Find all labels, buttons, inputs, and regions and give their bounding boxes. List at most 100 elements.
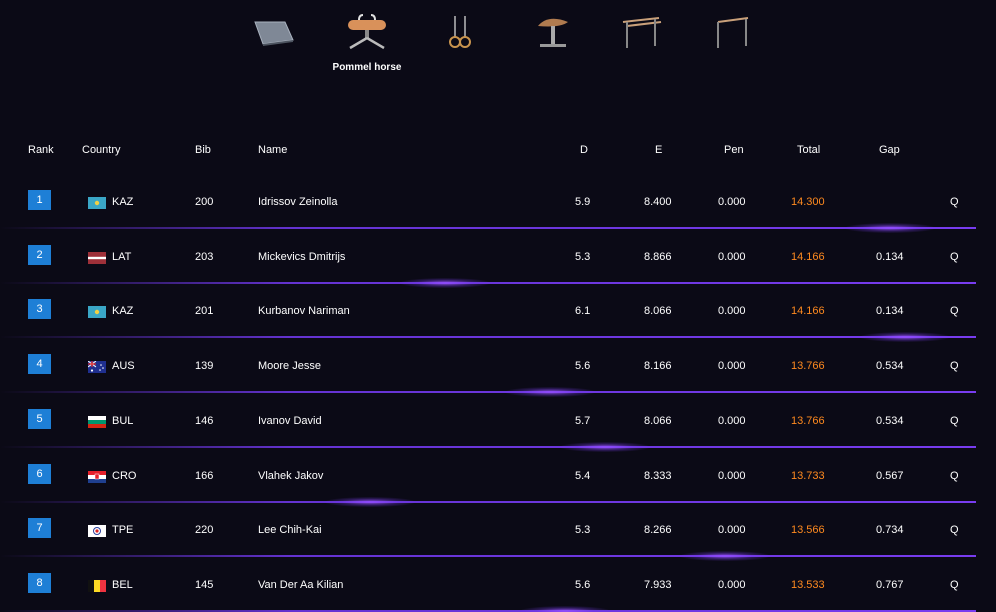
qualified-mark: Q [950, 196, 959, 208]
bib: 203 [195, 251, 214, 263]
table-header: Rank Country Bib Name D E Pen Total Gap [0, 144, 996, 160]
e-score: 8.066 [644, 305, 672, 317]
country-code: KAZ [112, 305, 134, 317]
d-score: 5.3 [575, 251, 591, 263]
qualified-mark: Q [950, 305, 959, 317]
total-score: 13.733 [791, 470, 825, 482]
flag-lat-icon [88, 252, 106, 264]
table-row[interactable]: 7 TPE 220 Lee Chih-Kai 5.3 8.266 0.000 1… [0, 509, 996, 563]
country-code: KAZ [112, 196, 134, 208]
rank-badge: 6 [28, 464, 51, 484]
athlete-name: Moore Jesse [258, 360, 321, 372]
penalty: 0.000 [718, 415, 746, 427]
athlete-name: Vlahek Jakov [258, 470, 324, 482]
rank-badge: 5 [28, 409, 51, 429]
gap: 0.134 [876, 305, 904, 317]
flag-kaz-icon [88, 197, 106, 209]
gap: 0.767 [876, 579, 904, 591]
pommel-horse-icon [348, 14, 386, 50]
row-divider-glow [560, 442, 650, 452]
apparatus-label: Pommel horse [332, 62, 402, 73]
athlete-name: Kurbanov Nariman [258, 305, 350, 317]
d-score: 5.6 [575, 360, 591, 372]
total-score: 13.766 [791, 360, 825, 372]
rank-badge: 7 [28, 518, 51, 538]
flag-cro-icon [88, 471, 106, 483]
country-code: BUL [112, 415, 134, 427]
rings-icon [449, 16, 471, 48]
penalty: 0.000 [718, 360, 746, 372]
header-total: Total [797, 144, 821, 156]
gap: 0.534 [876, 360, 904, 372]
header-bib: Bib [195, 144, 211, 156]
header-gap: Gap [879, 144, 900, 156]
apparatus-rings[interactable] [425, 12, 495, 74]
qualified-mark: Q [950, 251, 959, 263]
total-score: 13.766 [791, 415, 825, 427]
athlete-name: Lee Chih-Kai [258, 524, 322, 536]
table-row[interactable]: 6 CRO 166 Vlahek Jakov 5.4 8.333 0.000 1… [0, 455, 996, 509]
flag-kaz-icon [88, 306, 106, 318]
row-divider-glow [325, 497, 415, 507]
row-divider-glow [860, 332, 950, 342]
parallel-bars-icon [622, 17, 662, 48]
vault-icon [538, 18, 568, 47]
row-divider-glow [505, 387, 595, 397]
bib: 200 [195, 196, 214, 208]
apparatus-high-bar[interactable] [698, 12, 768, 74]
row-divider [0, 227, 976, 229]
row-divider [0, 446, 976, 448]
floor-icon [254, 21, 294, 46]
penalty: 0.000 [718, 579, 746, 591]
apparatus-pommel-horse[interactable]: Pommel horse [332, 12, 402, 74]
gap: 0.734 [876, 524, 904, 536]
country-code: AUS [112, 360, 135, 372]
row-divider [0, 336, 976, 338]
total-score: 14.166 [791, 251, 825, 263]
e-score: 8.333 [644, 470, 672, 482]
penalty: 0.000 [718, 524, 746, 536]
row-divider [0, 501, 976, 503]
high-bar-icon [717, 17, 749, 48]
table-row[interactable]: 8 BEL 145 Van Der Aa Kilian 5.6 7.933 0.… [0, 564, 996, 612]
header-rank: Rank [28, 144, 54, 156]
apparatus-bar: Pommel horse [0, 0, 996, 90]
penalty: 0.000 [718, 305, 746, 317]
apparatus-vault[interactable] [518, 12, 588, 74]
table-row[interactable]: 4 AUS 139 Moore Jesse 5.6 8.166 0.000 13… [0, 345, 996, 399]
bib: 146 [195, 415, 214, 427]
athlete-name: Ivanov David [258, 415, 322, 427]
d-score: 6.1 [575, 305, 591, 317]
header-pen: Pen [724, 144, 744, 156]
bib: 201 [195, 305, 214, 317]
table-row[interactable]: 3 KAZ 201 Kurbanov Nariman 6.1 8.066 0.0… [0, 290, 996, 344]
rank-badge: 1 [28, 190, 51, 210]
total-score: 14.166 [791, 305, 825, 317]
row-divider [0, 391, 976, 393]
table-row[interactable]: 2 LAT 203 Mickevics Dmitrijs 5.3 8.866 0… [0, 236, 996, 290]
apparatus-floor[interactable] [237, 12, 307, 74]
country-code: LAT [112, 251, 132, 263]
total-score: 13.566 [791, 524, 825, 536]
d-score: 5.9 [575, 196, 591, 208]
rank-badge: 3 [28, 299, 51, 319]
e-score: 7.933 [644, 579, 672, 591]
bib: 139 [195, 360, 214, 372]
rank-badge: 8 [28, 573, 51, 593]
qualified-mark: Q [950, 470, 959, 482]
athlete-name: Mickevics Dmitrijs [258, 251, 346, 263]
table-row[interactable]: 5 BUL 146 Ivanov David 5.7 8.066 0.000 1… [0, 400, 996, 454]
qualified-mark: Q [950, 524, 959, 536]
header-d: D [580, 144, 588, 156]
d-score: 5.3 [575, 524, 591, 536]
e-score: 8.266 [644, 524, 672, 536]
header-country: Country [82, 144, 121, 156]
row-divider [0, 555, 976, 557]
row-divider-glow [520, 606, 610, 612]
row-divider-glow [845, 223, 935, 233]
apparatus-parallel-bars[interactable] [607, 12, 677, 74]
total-score: 14.300 [791, 196, 825, 208]
penalty: 0.000 [718, 470, 746, 482]
rank-badge: 2 [28, 245, 51, 265]
table-row[interactable]: 1 KAZ 200 Idrissov Zeinolla 5.9 8.400 0.… [0, 181, 996, 235]
